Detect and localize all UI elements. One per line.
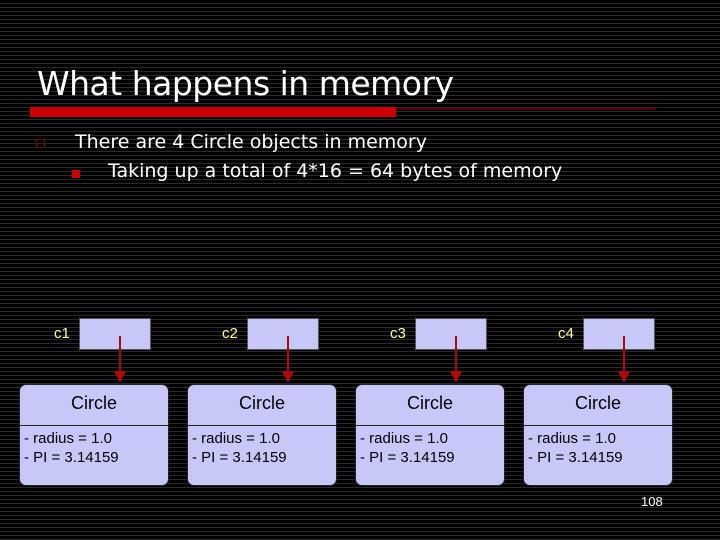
reference-arrow <box>287 336 289 372</box>
bullet-text-level1: There are 4 Circle objects in memory <box>75 131 427 153</box>
object-field: - PI = 3.14159 <box>192 449 287 466</box>
page-number: 108 <box>641 494 663 509</box>
object-field: - radius = 1.0 <box>528 430 616 447</box>
object-field: - PI = 3.14159 <box>24 449 119 466</box>
object-fields: - radius = 1.0 - PI = 3.14159 <box>20 426 168 467</box>
object-class-name: Circle <box>524 385 672 426</box>
arrow-head-icon <box>114 371 126 383</box>
object-fields: - radius = 1.0 - PI = 3.14159 <box>356 426 504 467</box>
arrow-head-icon <box>450 371 462 383</box>
object-class-name: Circle <box>356 385 504 426</box>
reference-variable-box <box>415 318 487 350</box>
title-underline-thin <box>396 108 656 110</box>
object-class-name: Circle <box>188 385 336 426</box>
object-field: - radius = 1.0 <box>24 430 112 447</box>
arrow-head-icon <box>618 371 630 383</box>
reference-arrow <box>623 336 625 372</box>
object-field: - PI = 3.14159 <box>360 449 455 466</box>
variable-label: c1 <box>54 325 70 342</box>
variable-label: c2 <box>222 325 238 342</box>
arrow-head-icon <box>282 371 294 383</box>
slide-title: What happens in memory <box>37 64 454 103</box>
object-class-name: Circle <box>20 385 168 426</box>
title-underline <box>30 107 396 117</box>
object-fields: - radius = 1.0 - PI = 3.14159 <box>188 426 336 467</box>
hollow-square-bullet-icon <box>36 139 45 148</box>
variable-label: c3 <box>390 325 406 342</box>
circle-object-box: Circle - radius = 1.0 - PI = 3.14159 <box>355 384 505 486</box>
object-fields: - radius = 1.0 - PI = 3.14159 <box>524 426 672 467</box>
circle-object-box: Circle - radius = 1.0 - PI = 3.14159 <box>187 384 337 486</box>
object-field: - PI = 3.14159 <box>528 449 623 466</box>
bullet-text-level2: Taking up a total of 4*16 = 64 bytes of … <box>108 160 563 182</box>
circle-object-box: Circle - radius = 1.0 - PI = 3.14159 <box>523 384 673 486</box>
variable-label: c4 <box>558 325 574 342</box>
circle-object-box: Circle - radius = 1.0 - PI = 3.14159 <box>19 384 169 486</box>
object-field: - radius = 1.0 <box>360 430 448 447</box>
filled-square-bullet-icon <box>72 170 80 178</box>
reference-variable-box <box>583 318 655 350</box>
reference-arrow <box>455 336 457 372</box>
object-field: - radius = 1.0 <box>192 430 280 447</box>
reference-variable-box <box>247 318 319 350</box>
reference-arrow <box>119 336 121 372</box>
reference-variable-box <box>79 318 151 350</box>
